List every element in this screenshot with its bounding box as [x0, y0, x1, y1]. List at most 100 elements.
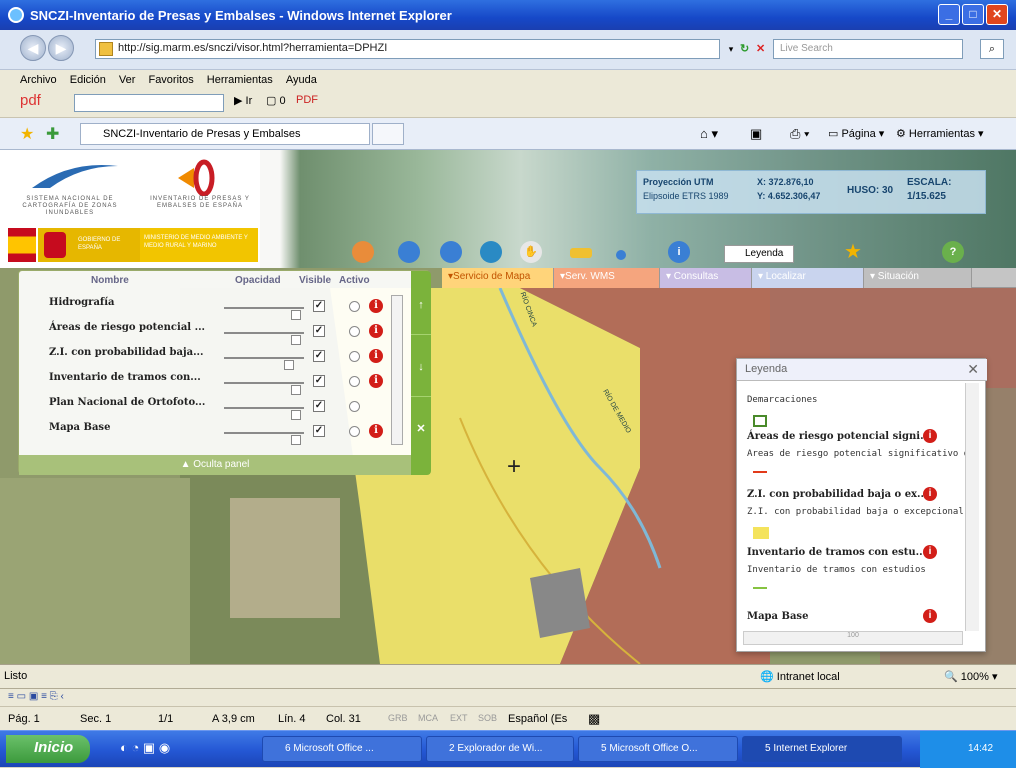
tab-localizar[interactable]: ▾ Localizar — [752, 268, 864, 288]
opacity-thumb[interactable] — [291, 410, 302, 420]
home-icon[interactable]: ⌂ ▾ — [700, 126, 718, 142]
pan-hand-icon[interactable]: ✋ — [520, 241, 542, 263]
feeds-icon[interactable]: ▣ — [750, 126, 762, 142]
measure-icon[interactable] — [570, 248, 592, 258]
legend-info-icon[interactable]: i — [923, 545, 937, 559]
menu-herramientas[interactable]: Herramientas — [207, 74, 273, 86]
favorites-tool-icon[interactable]: ★ — [844, 241, 866, 263]
menu-favoritos[interactable]: Favoritos — [148, 74, 193, 86]
task-ie[interactable]: 5 Internet Explorer — [742, 736, 902, 762]
tools-menu[interactable]: ⚙ Herramientas ▾ — [896, 127, 984, 140]
back-button[interactable]: ◀ — [20, 35, 46, 61]
layer-row[interactable]: Mapa Base ✓ i — [49, 422, 409, 446]
opacity-slider[interactable] — [224, 307, 304, 320]
tab-situacion[interactable]: ▾ Situación — [864, 268, 972, 288]
legend-button[interactable]: Leyenda — [724, 245, 794, 263]
opacity-thumb[interactable] — [291, 335, 302, 345]
legend-close-icon[interactable]: ✕ — [967, 361, 979, 378]
layer-row[interactable]: Z.I. con probabilidad baja... ✓ i — [49, 347, 409, 371]
tab-active[interactable]: SNCZI-Inventario de Presas y Embalses — [80, 123, 370, 145]
active-radio[interactable] — [349, 376, 360, 387]
remove-layer-button[interactable]: ✕ — [411, 399, 431, 459]
active-radio[interactable] — [349, 351, 360, 362]
visible-checkbox[interactable]: ✓ — [313, 400, 325, 412]
print-icon[interactable]: ⎙ ▾ — [790, 126, 809, 142]
pdf-search-input[interactable] — [74, 94, 224, 112]
visible-checkbox[interactable]: ✓ — [313, 350, 325, 362]
pdf-button[interactable]: PDF — [296, 94, 318, 106]
opacity-thumb[interactable] — [291, 435, 302, 445]
zoom-in-icon[interactable] — [398, 241, 420, 263]
tab-serv-wms[interactable]: ▾Serv. WMS — [554, 268, 660, 288]
page-menu[interactable]: ▭ Página ▾ — [828, 127, 884, 140]
address-dropdown-button[interactable]: ▾ — [724, 39, 738, 59]
layer-row[interactable]: Plan Nacional de Ortofoto... ✓ — [49, 397, 409, 421]
task-office-2[interactable]: 5 Microsoft Office O... — [578, 736, 738, 762]
visible-checkbox[interactable]: ✓ — [313, 300, 325, 312]
hide-panel-button[interactable]: ▲ Oculta panel — [19, 455, 411, 475]
move-up-button[interactable]: ↑ — [411, 275, 431, 335]
visible-checkbox[interactable]: ✓ — [313, 425, 325, 437]
active-radio[interactable] — [349, 301, 360, 312]
minimize-button[interactable]: _ — [938, 4, 960, 25]
visible-checkbox[interactable]: ✓ — [313, 325, 325, 337]
opacity-slider[interactable] — [224, 357, 304, 370]
menu-ayuda[interactable]: Ayuda — [286, 74, 317, 86]
info-tool-icon[interactable]: i — [668, 241, 690, 263]
new-tab-button[interactable] — [372, 123, 404, 145]
legend-hscroll[interactable]: 100 — [743, 631, 963, 645]
legend-info-icon[interactable]: i — [923, 487, 937, 501]
tab-servicio-mapa[interactable]: ▾Servicio de Mapa — [442, 268, 554, 288]
move-down-button[interactable]: ↓ — [411, 337, 431, 397]
info-icon[interactable]: i — [369, 324, 383, 338]
info-icon[interactable]: i — [369, 299, 383, 313]
info-icon[interactable]: i — [369, 424, 383, 438]
refresh-icon[interactable]: ↻ — [740, 39, 754, 59]
active-radio[interactable] — [349, 401, 360, 412]
draw-icon[interactable] — [616, 250, 626, 260]
layer-scrollbar[interactable] — [391, 295, 403, 445]
zoom-control[interactable]: 🔍 100% ▾ — [944, 670, 997, 683]
menu-archivo[interactable]: Archivo — [20, 74, 57, 86]
opacity-slider[interactable] — [224, 382, 304, 395]
stop-icon[interactable]: ✕ — [756, 39, 770, 59]
info-icon[interactable]: i — [369, 374, 383, 388]
zoom-out-icon[interactable] — [440, 241, 462, 263]
view-buttons[interactable]: ≡ ▭ ▣ ≡ ⎘ ‹ — [8, 691, 64, 702]
layer-row[interactable]: Hidrografía ✓ i — [49, 297, 409, 321]
pdf-go-button[interactable]: ▶ Ir — [234, 94, 252, 107]
zoom-window-icon[interactable] — [352, 241, 374, 263]
menu-edicion[interactable]: Edición — [70, 74, 106, 86]
help-icon[interactable]: ? — [942, 241, 964, 263]
address-input[interactable]: http://sig.marm.es/snczi/visor.html?herr… — [95, 39, 720, 59]
legend-info-icon[interactable]: i — [923, 609, 937, 623]
quicklaunch-icons[interactable]: ◐ ◔ ▣ ◉ — [120, 740, 170, 756]
legend-vscroll[interactable] — [965, 383, 979, 631]
favorites-star-icon[interactable]: ★ — [20, 124, 34, 144]
task-office-1[interactable]: 6 Microsoft Office ... — [262, 736, 422, 762]
menu-ver[interactable]: Ver — [119, 74, 136, 86]
active-radio[interactable] — [349, 426, 360, 437]
tab-consultas[interactable]: ▾ Consultas — [660, 268, 752, 288]
layer-row[interactable]: Inventario de tramos con... ✓ i — [49, 372, 409, 396]
opacity-slider[interactable] — [224, 332, 304, 345]
active-radio[interactable] — [349, 326, 360, 337]
task-explorer[interactable]: 2 Explorador de Wi... — [426, 736, 574, 762]
forward-button[interactable]: ▶ — [48, 35, 74, 61]
start-button[interactable]: Inicio — [6, 735, 90, 763]
opacity-thumb[interactable] — [291, 385, 302, 395]
layer-row[interactable]: Áreas de riesgo potencial ... ✓ i — [49, 322, 409, 346]
visible-checkbox[interactable]: ✓ — [313, 375, 325, 387]
spellcheck-icon[interactable]: ▩ — [588, 711, 600, 727]
full-extent-icon[interactable] — [480, 241, 502, 263]
opacity-slider[interactable] — [224, 407, 304, 420]
opacity-thumb[interactable] — [291, 310, 302, 320]
search-icon[interactable]: ⌕ — [980, 39, 1004, 59]
info-icon[interactable]: i — [369, 349, 383, 363]
search-input[interactable]: Live Search — [773, 39, 963, 59]
close-button[interactable]: ✕ — [986, 4, 1008, 25]
add-favorite-icon[interactable]: ✚ — [46, 124, 59, 144]
opacity-slider[interactable] — [224, 432, 304, 445]
opacity-thumb[interactable] — [283, 360, 294, 370]
maximize-button[interactable]: □ — [962, 4, 984, 25]
